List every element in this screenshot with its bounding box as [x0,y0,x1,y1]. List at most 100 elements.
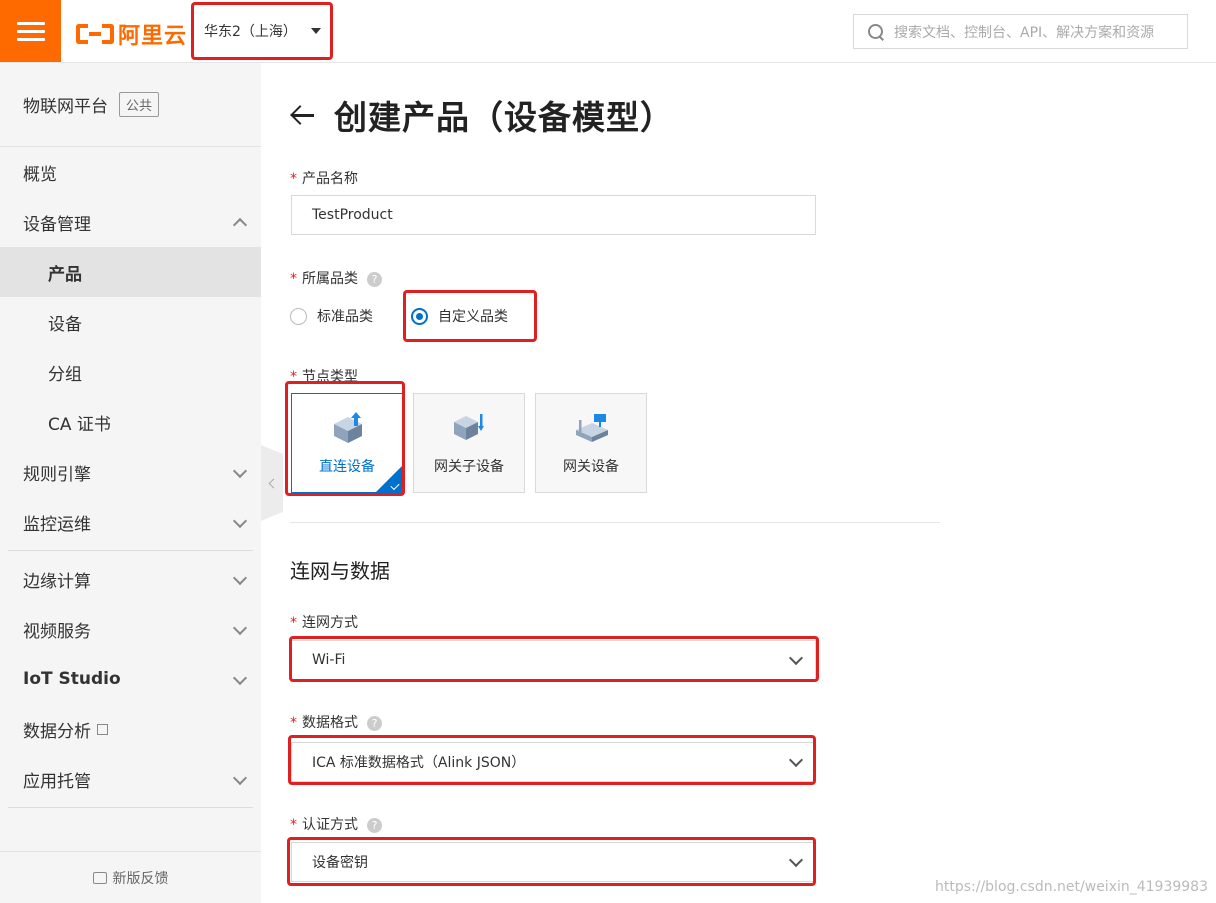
chevron-down-icon [232,670,248,686]
platform-title: 物联网平台 [23,97,108,117]
chevron-down-icon [232,570,248,586]
sidebar-header: 物联网平台 公共 [0,63,261,147]
sidebar-item-device-management[interactable]: 设备管理 [0,197,261,247]
sidebar-item-rule-engine[interactable]: 规则引擎 [0,447,261,497]
sidebar-collapse-handle[interactable] [261,445,283,521]
node-type-gateway-sub-device[interactable]: 网关子设备 [413,393,525,493]
aliyun-logo[interactable]: 阿里云 [76,18,187,50]
sidebar-item-group[interactable]: 分组 [0,347,261,397]
search-placeholder: 搜索文档、控制台、API、解决方案和资源 [894,24,1155,41]
region-selector[interactable]: 华东2（上海） [193,4,331,58]
sidebar-item-edge-computing[interactable]: 边缘计算 [0,554,261,604]
radio-label: 标准品类 [317,309,373,325]
chevron-up-icon [232,217,248,233]
select-value: ICA 标准数据格式（Alink JSON） [312,755,526,771]
feedback-button[interactable]: 新版反馈 [0,851,261,903]
region-label: 华东2（上海） [204,24,297,40]
chevron-down-icon [788,852,804,868]
product-name-input[interactable]: TestProduct [291,195,816,235]
required-mark: * [290,171,297,187]
aliyun-logo-icon [76,22,114,46]
sidebar-item-ca-cert[interactable]: CA 证书 [0,397,261,447]
sidebar-item-device[interactable]: 设备 [0,297,261,347]
top-bar: 阿里云 华东2（上海） 搜索文档、控制台、API、解决方案和资源 [0,0,1216,63]
input-value: TestProduct [312,207,393,223]
platform-tag: 公共 [119,92,160,117]
feedback-label: 新版反馈 [112,870,169,887]
gateway-device-icon [576,414,608,442]
select-value: 设备密钥 [312,855,368,871]
chevron-down-icon [788,752,804,768]
sidebar-item-label: IoT Studio [23,669,121,689]
product-name-label: * 产品名称 [290,168,358,188]
node-type-label: * 节点类型 [290,366,358,386]
node-type-label-text: 网关设备 [563,459,619,475]
auth-label: * 认证方式? [290,814,382,834]
label-text: 所属品类 [302,271,358,287]
sidebar-item-product[interactable]: 产品 [0,247,261,297]
sidebar-item-label: 分组 [48,364,82,385]
required-mark: * [290,715,297,731]
required-mark: * [290,369,297,385]
sidebar-item-video-service[interactable]: 视频服务 [0,604,261,654]
label-text: 节点类型 [302,369,358,385]
back-arrow-icon[interactable] [290,102,316,128]
menu-line [16,37,45,41]
category-radio-group: 标准品类 自定义品类 [290,306,546,326]
sidebar-item-label: 监控运维 [23,514,91,535]
help-icon[interactable]: ? [367,817,382,833]
node-type-direct-device[interactable]: 直连设备 [291,393,403,493]
label-text: 数据格式 [302,715,358,731]
sidebar-divider [8,550,253,551]
gateway-sub-device-icon [454,414,484,440]
label-text: 认证方式 [302,817,358,833]
hamburger-menu-button[interactable] [0,0,61,62]
node-type-label-text: 网关子设备 [434,459,504,475]
sidebar-item-label: 数据分析 [23,721,91,742]
menu-line [16,29,45,33]
sidebar-item-data-analysis[interactable]: 数据分析 [0,704,261,754]
main-content: 创建产品（设备模型） * 产品名称 TestProduct * 所属品类? 标准品类… [290,63,1216,903]
chevron-down-icon [788,650,804,666]
radio-label: 自定义品类 [438,309,508,325]
required-mark: * [290,271,297,287]
network-select[interactable]: Wi-Fi [291,640,816,680]
label-text: 产品名称 [302,171,358,187]
sidebar-item-label: 应用托管 [23,771,91,792]
network-label: * 连网方式 [290,612,358,632]
sidebar-item-overview[interactable]: 概览 [0,147,261,197]
direct-device-icon [334,412,362,443]
chevron-down-icon [232,463,248,479]
caret-down-icon [310,28,321,34]
sidebar-item-label: 规则引擎 [23,464,91,485]
global-search-input[interactable]: 搜索文档、控制台、API、解决方案和资源 [853,14,1188,49]
help-icon[interactable]: ? [367,715,382,731]
sidebar-item-label: 概览 [23,164,57,185]
node-type-gateway-device[interactable]: 网关设备 [535,393,647,493]
help-icon[interactable]: ? [367,271,382,287]
page-title: 创建产品（设备模型） [334,98,674,137]
radio-custom-category[interactable]: 自定义品类 [411,306,508,326]
auth-select[interactable]: 设备密钥 [291,842,816,882]
sidebar-item-monitoring[interactable]: 监控运维 [0,497,261,547]
search-icon [868,23,884,40]
sidebar-divider [8,807,253,808]
menu-line [16,21,45,25]
sidebar-item-label: 边缘计算 [23,571,91,592]
selected-corner [376,466,402,492]
node-type-label-text: 直连设备 [319,459,375,475]
select-value: Wi-Fi [312,652,346,668]
sidebar-item-iot-studio[interactable]: IoT Studio [0,654,261,704]
radio-standard-category[interactable]: 标准品类 [290,306,373,326]
feedback-icon [92,871,107,884]
sidebar-item-app-hosting[interactable]: 应用托管 [0,754,261,804]
label-text: 连网方式 [302,615,358,631]
section-title: 连网与数据 [290,559,390,583]
radio-circle [411,307,428,325]
required-mark: * [290,817,297,833]
watermark: https://blog.csdn.net/weixin_41939983 [934,879,1208,895]
category-label: * 所属品类? [290,268,382,288]
data-format-select[interactable]: ICA 标准数据格式（Alink JSON） [291,742,816,782]
chevron-down-icon [232,770,248,786]
sidebar-item-label: 视频服务 [23,621,91,642]
